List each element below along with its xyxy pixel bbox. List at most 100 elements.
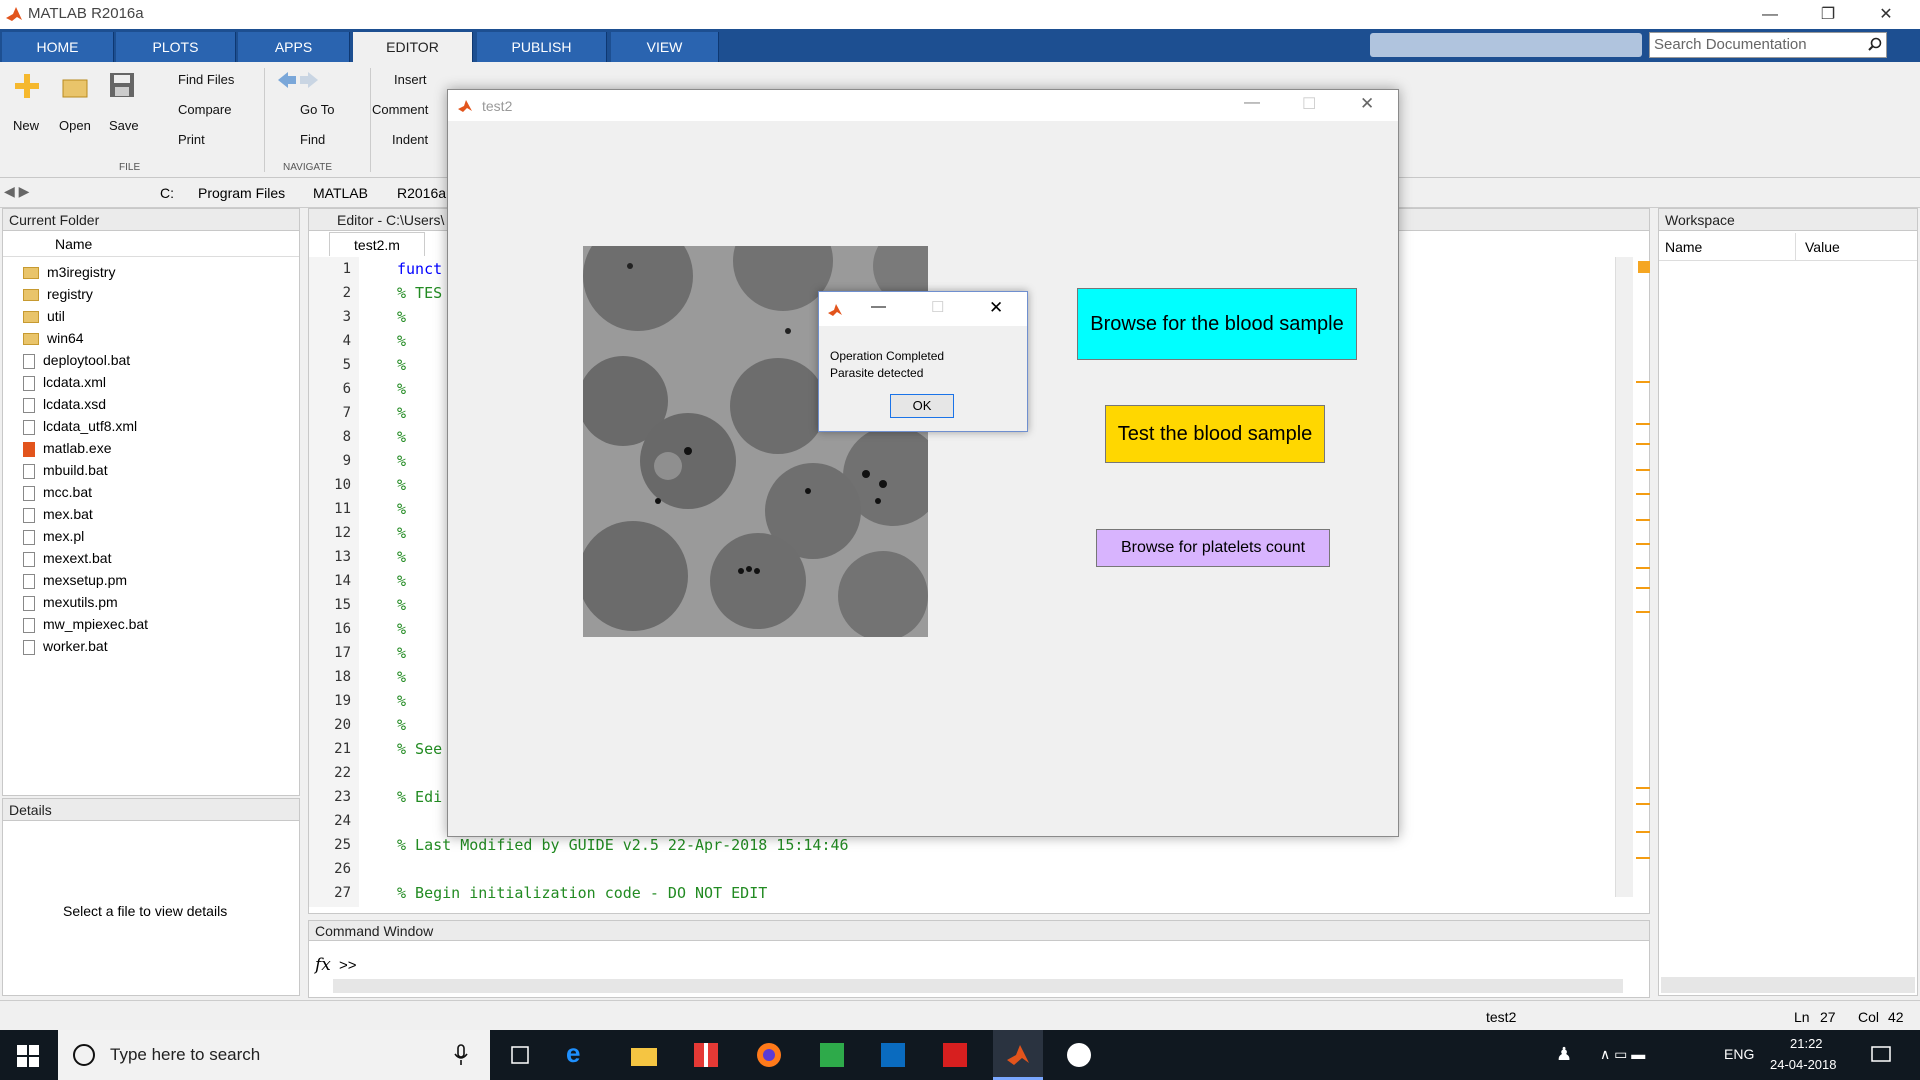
list-item[interactable]: m3iregistry (23, 261, 299, 283)
quick-access-toolbar[interactable] (1370, 33, 1642, 57)
windows-start-icon[interactable] (17, 1045, 39, 1067)
list-item[interactable]: lcdata_utf8.xml (23, 415, 299, 437)
go-to-button[interactable]: Go To (300, 102, 334, 117)
find-button[interactable]: Find (300, 132, 325, 147)
list-item[interactable]: mexext.bat (23, 547, 299, 569)
tab-test2-m[interactable]: test2.m (329, 232, 425, 256)
indent-button[interactable]: Indent (392, 132, 428, 147)
list-item[interactable]: worker.bat (23, 635, 299, 657)
browse-blood-sample-button[interactable]: Browse for the blood sample (1077, 288, 1357, 360)
warning-marker[interactable] (1636, 519, 1650, 521)
file-explorer-icon[interactable] (630, 1045, 658, 1067)
horizontal-scrollbar[interactable] (333, 979, 1623, 993)
comment-button[interactable]: Comment (372, 102, 428, 117)
tab-home[interactable]: HOME (2, 32, 114, 62)
code-line[interactable] (397, 857, 1597, 881)
path-segment[interactable]: MATLAB (313, 185, 368, 201)
list-item[interactable]: win64 (23, 327, 299, 349)
warning-indicator-icon[interactable] (1638, 261, 1650, 273)
language-indicator[interactable]: ENG (1724, 1046, 1754, 1062)
name-column-header[interactable]: Name (3, 231, 299, 257)
warning-marker[interactable] (1636, 857, 1650, 859)
workspace-value-column[interactable]: Value (1805, 239, 1840, 255)
insert-button[interactable]: Insert (394, 72, 427, 87)
warning-marker[interactable] (1636, 567, 1650, 569)
test-blood-sample-button[interactable]: Test the blood sample (1105, 405, 1325, 463)
warning-marker[interactable] (1636, 831, 1650, 833)
list-item[interactable]: registry (23, 283, 299, 305)
list-item[interactable]: lcdata.xsd (23, 393, 299, 415)
path-segment[interactable]: C: (160, 185, 174, 201)
gui-close-button[interactable]: ✕ (1360, 94, 1374, 114)
warning-marker[interactable] (1636, 611, 1650, 613)
list-item[interactable]: mcc.bat (23, 481, 299, 503)
code-line[interactable]: % Begin initialization code - DO NOT EDI… (397, 881, 1597, 905)
new-button[interactable]: New (13, 118, 39, 133)
list-item[interactable]: mexsetup.pm (23, 569, 299, 591)
tab-editor[interactable]: EDITOR (353, 32, 473, 62)
warning-marker[interactable] (1636, 443, 1650, 445)
dialog-minimize-button[interactable]: — (871, 298, 886, 315)
list-item[interactable]: lcdata.xml (23, 371, 299, 393)
warning-marker[interactable] (1636, 787, 1650, 789)
workspace-name-column[interactable]: Name (1665, 239, 1702, 255)
message-bar[interactable] (1636, 257, 1650, 897)
command-window[interactable]: Command Window fx >> (308, 920, 1650, 998)
warning-marker[interactable] (1636, 543, 1650, 545)
warning-marker[interactable] (1636, 381, 1650, 383)
find-files-button[interactable]: Find Files (178, 72, 234, 87)
tab-publish[interactable]: PUBLISH (477, 32, 607, 62)
blue-app-icon[interactable] (880, 1042, 906, 1068)
taskbar-time[interactable]: 21:22 (1790, 1036, 1823, 1051)
system-tray-icons[interactable]: ∧ ▭ ▬ (1600, 1046, 1645, 1063)
microphone-icon[interactable] (454, 1044, 468, 1066)
restore-button[interactable]: ❐ (1800, 0, 1856, 29)
search-documentation-input[interactable]: Search Documentation (1649, 32, 1887, 58)
path-segment[interactable]: R2016a (397, 185, 446, 201)
tab-plots[interactable]: PLOTS (116, 32, 236, 62)
list-item[interactable]: mw_mpiexec.bat (23, 613, 299, 635)
close-button[interactable]: ✕ (1858, 0, 1914, 29)
gui-minimize-button[interactable]: — (1244, 94, 1260, 112)
task-view-icon[interactable] (508, 1045, 532, 1065)
list-item[interactable]: mbuild.bat (23, 459, 299, 481)
back-forward-icon[interactable] (276, 70, 320, 90)
taskbar-date[interactable]: 24-04-2018 (1770, 1057, 1837, 1072)
minimize-button[interactable]: — (1742, 0, 1798, 29)
list-item[interactable]: matlab.exe (23, 437, 299, 459)
browse-platelets-button[interactable]: Browse for platelets count (1096, 529, 1330, 567)
fx-icon[interactable]: fx (315, 955, 331, 975)
command-prompt[interactable]: >> (339, 957, 357, 974)
warning-marker[interactable] (1636, 803, 1650, 805)
warning-marker[interactable] (1636, 493, 1650, 495)
list-item[interactable]: util (23, 305, 299, 327)
warning-marker[interactable] (1636, 469, 1650, 471)
gift-app-icon[interactable] (693, 1042, 719, 1068)
path-segment[interactable]: Program Files (198, 185, 285, 201)
tab-apps[interactable]: APPS (238, 32, 350, 62)
firefox-icon[interactable] (756, 1042, 782, 1068)
compare-button[interactable]: Compare (178, 102, 231, 117)
nav-arrows-icon[interactable]: ◀ ▶ (4, 183, 29, 200)
open-button[interactable]: Open (59, 118, 91, 133)
taskbar-search-box[interactable]: Type here to search (58, 1030, 490, 1080)
list-item[interactable]: deploytool.bat (23, 349, 299, 371)
tab-view[interactable]: VIEW (611, 32, 719, 62)
list-item[interactable]: mexutils.pm (23, 591, 299, 613)
warning-marker[interactable] (1636, 587, 1650, 589)
people-icon[interactable]: ♟ (1556, 1044, 1572, 1065)
workspace-scrollbar[interactable] (1661, 977, 1915, 993)
ok-button[interactable]: OK (890, 394, 954, 418)
vertical-scrollbar[interactable] (1615, 257, 1633, 897)
list-item[interactable]: mex.bat (23, 503, 299, 525)
edge-icon[interactable]: e (566, 1038, 580, 1069)
green-app-icon[interactable] (819, 1042, 845, 1068)
search-icon[interactable] (1868, 37, 1882, 51)
dialog-maximize-button[interactable]: ☐ (931, 298, 944, 316)
warning-marker[interactable] (1636, 423, 1650, 425)
list-item[interactable]: mex.pl (23, 525, 299, 547)
gui-maximize-button[interactable]: ☐ (1302, 94, 1316, 114)
print-button[interactable]: Print (178, 132, 205, 147)
action-center-icon[interactable] (1870, 1044, 1892, 1066)
acrobat-icon[interactable] (942, 1042, 968, 1068)
